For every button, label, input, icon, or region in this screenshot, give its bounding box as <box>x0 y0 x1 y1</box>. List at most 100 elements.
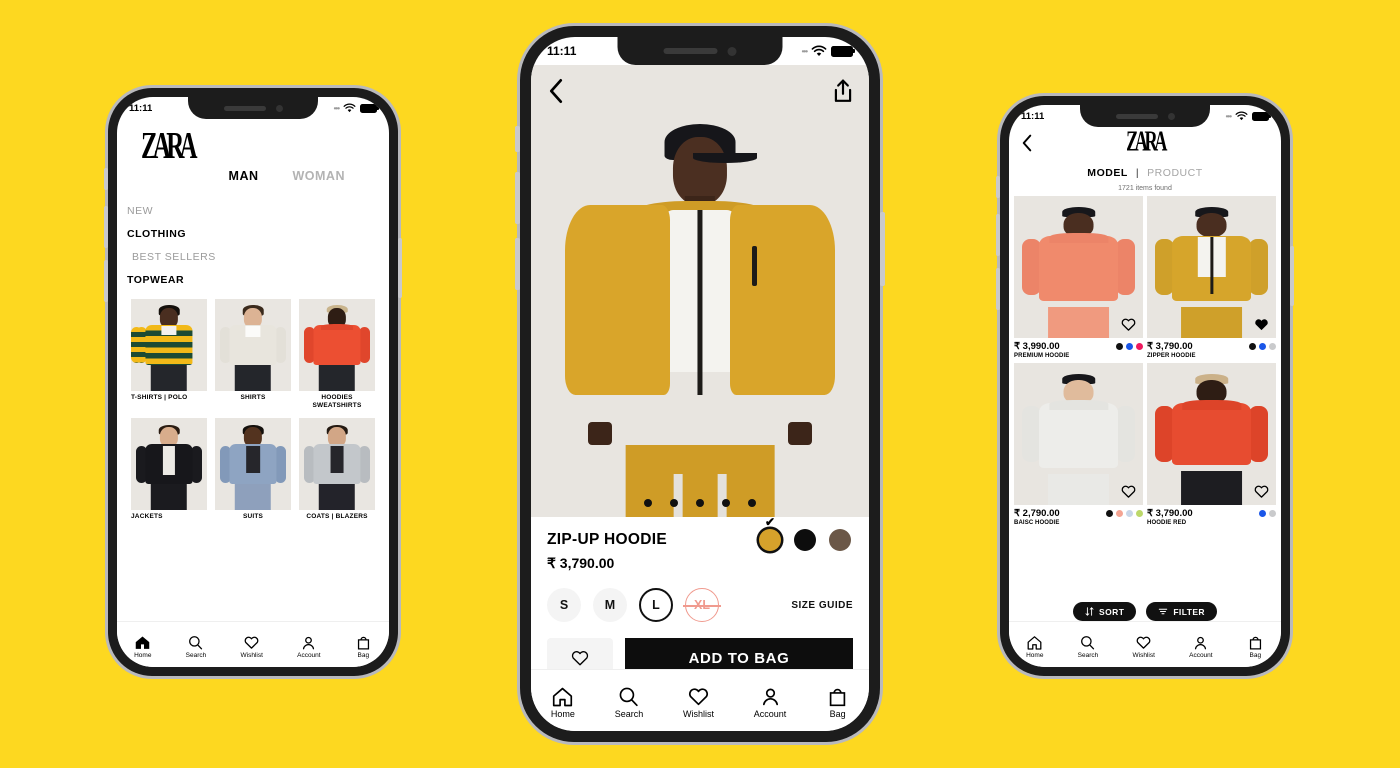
tab-account[interactable]: Account <box>297 635 321 659</box>
tab-label: Wishlist <box>240 652 263 659</box>
color-swatch-brown[interactable] <box>829 529 851 551</box>
menu-item-new[interactable]: NEW <box>127 205 379 217</box>
category-image <box>215 418 291 511</box>
phone-center-volume-down-button[interactable] <box>515 238 520 290</box>
size-option-l[interactable]: L <box>639 588 673 622</box>
carousel-dot-active[interactable] <box>696 499 704 507</box>
gender-tabs: MAN WOMAN <box>127 165 379 183</box>
carousel-dot[interactable] <box>722 499 730 507</box>
phone-right-volume-up-button[interactable] <box>996 214 1000 256</box>
color-swatches[interactable] <box>1116 343 1143 350</box>
battery-icon <box>831 45 853 57</box>
tab-product[interactable]: PRODUCT <box>1147 167 1203 179</box>
tab-home[interactable]: Home <box>551 686 575 719</box>
color-swatch[interactable] <box>1269 343 1276 350</box>
product-card[interactable]: ₹ 2,790.00 BAISC HOODIE <box>1014 363 1143 526</box>
color-swatch[interactable] <box>1126 343 1133 350</box>
color-swatch[interactable] <box>1106 510 1113 517</box>
tab-bag[interactable]: Bag <box>355 635 372 659</box>
bag-icon <box>1249 636 1261 650</box>
chevron-left-icon[interactable] <box>547 78 565 104</box>
color-swatch[interactable] <box>1126 510 1133 517</box>
phone-right-volume-down-button[interactable] <box>996 268 1000 310</box>
tab-home[interactable]: Home <box>134 635 151 659</box>
color-swatch[interactable] <box>1269 510 1276 517</box>
color-swatch[interactable] <box>1116 510 1123 517</box>
tab-wishlist[interactable]: Wishlist <box>241 635 263 659</box>
tab-label: Bag <box>1249 652 1262 659</box>
phone-right-power-button[interactable] <box>1290 246 1294 306</box>
carousel-dot[interactable] <box>644 499 652 507</box>
gender-tab-woman[interactable]: WOMAN <box>293 169 346 183</box>
garment-right <box>730 205 836 395</box>
size-option-m[interactable]: M <box>593 588 627 622</box>
wishlist-icon[interactable] <box>1253 484 1270 499</box>
tab-account[interactable]: Account <box>1189 635 1213 659</box>
wishlist-icon-filled[interactable] <box>1253 317 1270 332</box>
product-image <box>1014 363 1143 505</box>
category-card[interactable]: COATS | BLAZERS <box>299 418 375 521</box>
color-swatch[interactable] <box>1136 510 1143 517</box>
phone-right-mute-button[interactable] <box>996 176 1000 198</box>
phone-center-power-button[interactable] <box>880 212 885 286</box>
size-guide-link[interactable]: SIZE GUIDE <box>791 600 853 611</box>
tab-wishlist[interactable]: Wishlist <box>683 686 714 719</box>
color-swatches[interactable] <box>1259 510 1276 517</box>
notch <box>617 37 783 65</box>
menu-item-best-sellers[interactable]: BEST SELLERS <box>127 251 379 263</box>
tab-model[interactable]: MODEL <box>1087 167 1128 179</box>
phone-center-mute-button[interactable] <box>515 126 520 152</box>
category-card[interactable]: SUITS <box>215 418 291 521</box>
color-swatch[interactable] <box>1116 343 1123 350</box>
menu-item-topwear[interactable]: TOPWEAR <box>127 274 379 286</box>
tab-bag[interactable]: Bag <box>826 686 849 719</box>
tab-search[interactable]: Search <box>1077 635 1099 659</box>
carousel-dots[interactable] <box>531 499 869 507</box>
home-icon <box>136 636 150 649</box>
product-card[interactable]: ₹ 3,990.00 PREMIUM HOODIE <box>1014 196 1143 359</box>
wishlist-icon[interactable] <box>1120 484 1137 499</box>
category-card[interactable]: SHIRTS <box>215 299 291 410</box>
category-card[interactable]: JACKETS <box>131 418 207 521</box>
garment-left <box>564 205 670 395</box>
phone-center-volume-up-button[interactable] <box>515 172 520 224</box>
tab-account[interactable]: Account <box>754 686 786 719</box>
color-swatches[interactable] <box>1249 343 1276 350</box>
tab-bag[interactable]: Bag <box>1247 635 1264 659</box>
right-screen: 11:11 ••• ZARA MODEL | PRODUCT 1721 item… <box>1009 105 1281 667</box>
color-swatch[interactable] <box>1259 343 1266 350</box>
category-card[interactable]: HOODIES SWEATSHIRTS <box>299 299 375 410</box>
phone-left-volume-down-button[interactable] <box>104 260 108 302</box>
filter-button[interactable]: FILTER <box>1146 602 1217 621</box>
color-swatches[interactable] <box>1106 510 1143 517</box>
carousel-dot[interactable] <box>670 499 678 507</box>
color-swatch-mustard[interactable]: ✔ <box>759 515 781 551</box>
tab-search[interactable]: Search <box>186 635 206 659</box>
model-hand-left <box>588 422 613 445</box>
color-swatch[interactable] <box>1249 343 1256 350</box>
tab-home[interactable]: Home <box>1026 635 1043 659</box>
bottom-tabbar: Home Search Wishlist Account Bag <box>1009 621 1281 667</box>
size-option-s[interactable]: S <box>547 588 581 622</box>
category-card[interactable]: T-SHIRTS | POLO <box>131 299 207 410</box>
gender-tab-man[interactable]: MAN <box>229 169 259 183</box>
color-swatch[interactable] <box>1259 510 1266 517</box>
menu-item-clothing[interactable]: CLOTHING <box>127 228 379 240</box>
tab-label: Search <box>1077 652 1099 659</box>
phone-left-power-button[interactable] <box>398 238 402 298</box>
share-icon[interactable] <box>833 79 853 103</box>
tab-wishlist[interactable]: Wishlist <box>1133 635 1155 659</box>
sort-filter-bar: SORT FILTER <box>1009 602 1281 621</box>
product-card[interactable]: ₹ 3,790.00 ZIPPER HOODIE <box>1147 196 1276 359</box>
color-swatch-black[interactable] <box>794 529 816 551</box>
front-camera <box>275 104 283 112</box>
wishlist-icon[interactable] <box>1120 317 1137 332</box>
phone-left-mute-button[interactable] <box>104 168 108 190</box>
tab-search[interactable]: Search <box>615 686 643 719</box>
product-card[interactable]: ₹ 3,790.00 HOODIE RED <box>1147 363 1276 526</box>
color-swatch[interactable] <box>1136 343 1143 350</box>
carousel-dot[interactable] <box>748 499 756 507</box>
sort-button[interactable]: SORT <box>1073 602 1137 621</box>
phone-left-volume-up-button[interactable] <box>104 206 108 248</box>
product-image-carousel[interactable] <box>531 65 869 517</box>
